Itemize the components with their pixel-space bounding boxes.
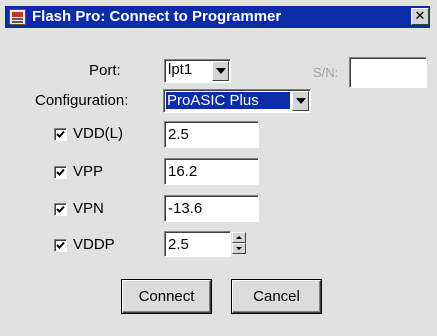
serial-number-label: S/N:	[313, 65, 339, 80]
vpn-label: VPN	[73, 200, 104, 217]
vpn-checkbox[interactable]	[54, 203, 67, 216]
spin-down-button[interactable]	[232, 243, 246, 254]
port-label: Port:	[89, 62, 121, 79]
vddp-label: VDDP	[73, 236, 115, 253]
vddl-input[interactable]	[164, 121, 259, 148]
port-dropdown-button[interactable]	[212, 61, 229, 81]
port-selected-value: lpt1	[168, 61, 193, 78]
window-title: Flash Pro: Connect to Programmer	[32, 8, 282, 25]
check-icon	[56, 205, 65, 213]
connect-button[interactable]: Connect	[121, 279, 212, 314]
chevron-down-icon	[296, 98, 306, 104]
vddp-input[interactable]	[164, 231, 231, 257]
configuration-label: Configuration:	[35, 92, 129, 109]
vddp-checkbox[interactable]	[54, 239, 67, 252]
vpp-input[interactable]	[164, 158, 259, 185]
vpn-input[interactable]	[164, 195, 259, 222]
vddl-checkbox[interactable]	[54, 128, 67, 141]
vddl-label: VDD(L)	[73, 125, 124, 142]
vpp-label: VPP	[73, 163, 104, 180]
close-icon[interactable]: ✕	[411, 8, 429, 25]
vddp-spinner[interactable]	[232, 232, 246, 254]
chevron-down-icon	[216, 68, 226, 74]
configuration-dropdown-button[interactable]	[292, 91, 309, 111]
title-bar[interactable]: Flash Pro: Connect to Programmer ✕	[5, 6, 430, 28]
spin-up-button[interactable]	[232, 232, 246, 243]
check-icon	[56, 168, 65, 176]
configuration-select[interactable]: ProASIC Plus	[163, 89, 311, 113]
vpp-checkbox[interactable]	[54, 166, 67, 179]
serial-number-input[interactable]	[349, 57, 427, 88]
check-icon	[56, 241, 65, 249]
port-select[interactable]: lpt1	[164, 59, 231, 83]
configuration-selected-value: ProASIC Plus	[166, 92, 290, 109]
programmer-app-icon	[9, 9, 26, 25]
connect-dialog: Flash Pro: Connect to Programmer ✕ Port:…	[0, 0, 437, 336]
check-icon	[56, 130, 65, 138]
arrow-down-icon	[236, 247, 242, 250]
arrow-up-icon	[236, 236, 242, 239]
cancel-button[interactable]: Cancel	[231, 279, 322, 314]
